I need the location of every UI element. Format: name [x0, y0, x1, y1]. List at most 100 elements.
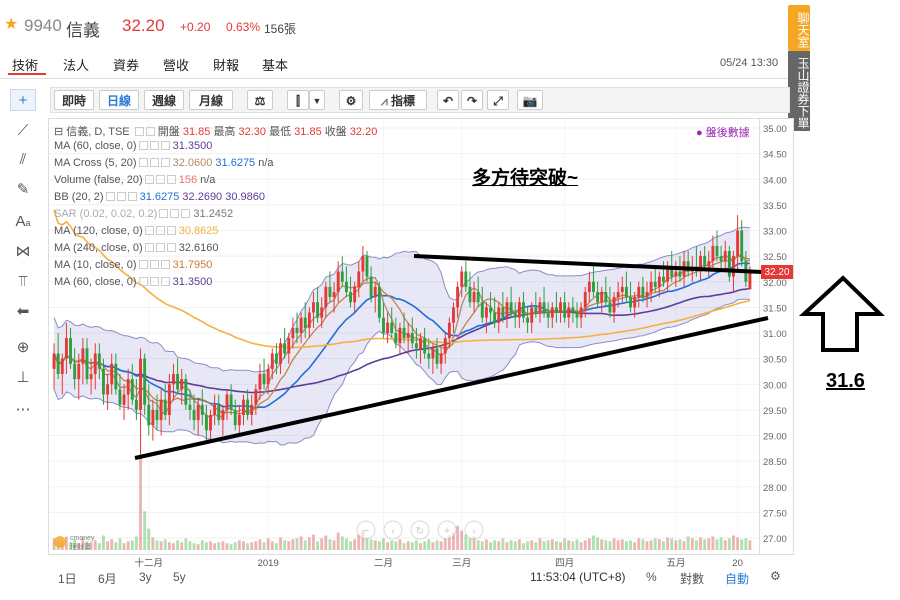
- legend-row-value: 31.7950: [169, 259, 213, 271]
- legend-row-control-icon[interactable]: [144, 175, 154, 184]
- legend-row-control-icon[interactable]: [155, 243, 165, 252]
- candle-body: [344, 281, 348, 292]
- candle-body: [176, 374, 180, 390]
- legend-row-control-icon[interactable]: [105, 192, 115, 201]
- candle-body: [118, 389, 122, 405]
- candle-body: [143, 358, 147, 405]
- candle-body: [559, 302, 562, 313]
- low-value: 31.85: [294, 126, 322, 138]
- legend-row-control-icon[interactable]: [181, 209, 191, 218]
- legend-row-control-icon[interactable]: [160, 260, 170, 269]
- legend-eye-icon[interactable]: [134, 127, 144, 136]
- candle-body: [398, 327, 402, 344]
- candle-body: [435, 348, 439, 364]
- range-1d[interactable]: 1日: [58, 570, 77, 587]
- volume-bar: [719, 537, 723, 550]
- volume-bar: [526, 541, 530, 550]
- legend-ohlc-title: 信義, D, TSE: [66, 126, 130, 138]
- legend-row-control-icon[interactable]: [149, 260, 159, 269]
- annotation-title: 多方待突破~: [472, 168, 579, 189]
- candle-body: [674, 271, 678, 277]
- candle-body: [472, 292, 476, 303]
- volume-bar: [151, 537, 155, 550]
- candle-body: [534, 307, 538, 313]
- volume-bar: [167, 542, 171, 550]
- svg-text:↻: ↻: [416, 526, 424, 537]
- candle-body: [460, 271, 464, 287]
- volume-bar: [596, 537, 600, 550]
- volume-bar: [324, 535, 328, 550]
- legend-row-control-icon[interactable]: [160, 158, 170, 167]
- volume-bar: [307, 537, 311, 550]
- legend-row-control-icon[interactable]: [149, 141, 159, 150]
- volume-bar: [344, 538, 348, 550]
- legend-row-control-icon[interactable]: [159, 209, 169, 218]
- legend-row-control-icon[interactable]: [166, 243, 176, 252]
- candle-body: [102, 368, 105, 395]
- legend-row-control-icon[interactable]: [155, 175, 165, 184]
- legend-row-control-icon[interactable]: [149, 158, 159, 167]
- legend-row-control-icon[interactable]: [138, 141, 148, 150]
- legend-row-control-icon[interactable]: [144, 226, 154, 235]
- candle-body: [184, 379, 188, 405]
- legend-row-control-icon[interactable]: [138, 260, 148, 269]
- legend-row-control-icon[interactable]: [116, 192, 126, 201]
- volume-bar: [291, 539, 295, 550]
- legend-row-control-icon[interactable]: [166, 226, 176, 235]
- legend-row-control-icon[interactable]: [155, 226, 165, 235]
- legend-row-control-icon[interactable]: [138, 158, 148, 167]
- svg-text:cmoney: cmoney: [70, 535, 95, 542]
- range-3y[interactable]: 3y: [139, 570, 152, 584]
- candle-body: [209, 415, 212, 431]
- legend-row-control-icon[interactable]: [170, 209, 180, 218]
- volume-bar: [419, 543, 422, 550]
- auto-scale-toggle[interactable]: 自動: [725, 570, 749, 587]
- legend-row-control-icon[interactable]: [149, 277, 159, 286]
- volume-bar: [414, 540, 418, 550]
- bottom-settings-gear-icon[interactable]: ⚙: [770, 569, 781, 583]
- legend-row-control-icon[interactable]: [138, 277, 148, 286]
- up-arrow-icon: [798, 275, 885, 352]
- volume-bar: [386, 542, 390, 550]
- candle-body: [427, 353, 431, 359]
- candle-body: [77, 363, 81, 380]
- legend-row-control-icon[interactable]: [144, 243, 154, 252]
- volume-bar: [262, 542, 266, 550]
- volume-bar: [592, 535, 595, 550]
- range-5y[interactable]: 5y: [173, 570, 186, 584]
- candle-body: [423, 338, 427, 354]
- candle-body: [89, 374, 93, 380]
- volume-bar: [694, 540, 698, 550]
- candle-body: [657, 276, 661, 287]
- legend-row-name: MA Cross (5, 20): [54, 157, 137, 169]
- y-tick-label: 28.00: [763, 483, 787, 494]
- volume-bar: [542, 541, 546, 550]
- candle-body: [114, 363, 118, 390]
- legend-settings-icon[interactable]: [145, 127, 155, 136]
- percent-toggle[interactable]: %: [646, 570, 657, 584]
- volume-bars: [52, 458, 752, 550]
- volume-bar: [464, 534, 468, 550]
- candle-body: [130, 379, 134, 400]
- volume-bar: [196, 544, 200, 550]
- volume-bar: [587, 538, 591, 550]
- candle-body: [464, 271, 468, 287]
- volume-bar: [242, 541, 245, 550]
- legend-row-name: SAR (0.02, 0.02, 0.2): [54, 208, 158, 220]
- legend-ohlc-collapse-icon[interactable]: ⊟: [54, 126, 66, 138]
- range-6m[interactable]: 6月: [98, 570, 117, 587]
- candle-body: [303, 317, 307, 328]
- candle-body: [270, 353, 274, 369]
- volume-bar: [489, 542, 492, 550]
- svg-text:‹: ‹: [391, 526, 394, 537]
- legend-row-control-icon[interactable]: [160, 141, 170, 150]
- after-hours-label[interactable]: ● 盤後數據: [696, 124, 750, 140]
- y-tick-label: 33.50: [763, 201, 787, 212]
- legend-row-control-icon[interactable]: [127, 192, 137, 201]
- legend-row-control-icon[interactable]: [160, 277, 170, 286]
- log-scale-toggle[interactable]: 對數: [680, 570, 704, 587]
- candle-body: [600, 292, 604, 303]
- legend-row-control-icon[interactable]: [166, 175, 176, 184]
- volume-bar: [163, 539, 167, 550]
- candle-body: [221, 409, 225, 421]
